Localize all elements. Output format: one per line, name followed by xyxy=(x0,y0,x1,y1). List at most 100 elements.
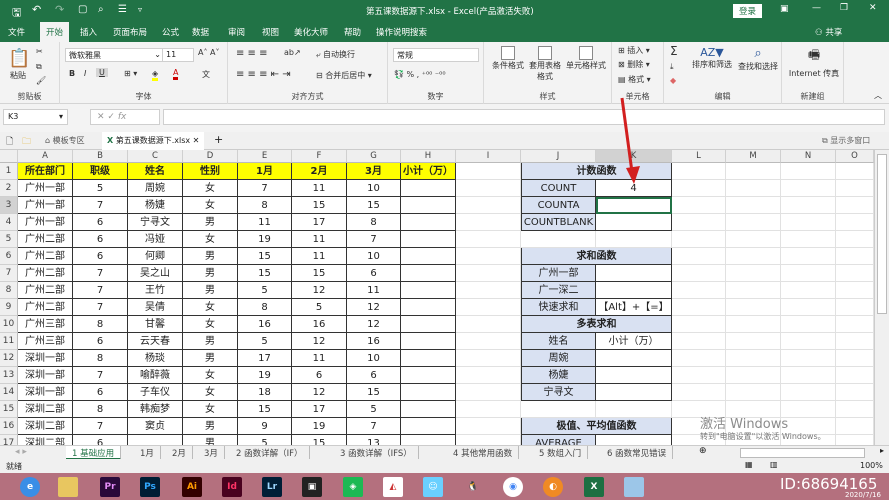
data-cell[interactable]: 子车仪 xyxy=(128,384,183,401)
cell[interactable] xyxy=(781,316,836,333)
data-cell[interactable]: 广州二部 xyxy=(18,248,73,265)
cell[interactable] xyxy=(726,367,781,384)
cell[interactable] xyxy=(456,418,521,435)
data-cell[interactable]: 女 xyxy=(183,316,238,333)
function-label[interactable]: AVERAGE xyxy=(521,435,596,445)
cell[interactable] xyxy=(781,214,836,231)
cell[interactable] xyxy=(456,401,521,418)
data-cell[interactable]: 9 xyxy=(238,418,292,435)
multi-window-button[interactable]: ⧉ 显示多窗口 xyxy=(822,135,870,146)
minimize-button[interactable]: — xyxy=(812,3,821,13)
zoom-level[interactable]: 100% xyxy=(860,461,883,470)
data-cell[interactable]: 8 xyxy=(238,197,292,214)
cell[interactable] xyxy=(781,299,836,316)
function-value[interactable] xyxy=(596,367,672,384)
cell[interactable] xyxy=(596,231,672,248)
data-cell[interactable]: 男 xyxy=(183,350,238,367)
premiere-icon[interactable]: Pr xyxy=(100,477,120,497)
menu-tab-8[interactable]: 美化大师 xyxy=(294,26,328,38)
cell[interactable] xyxy=(672,333,726,350)
horizontal-scrollbar[interactable] xyxy=(740,448,865,458)
data-cell[interactable]: 宁寻文 xyxy=(128,214,183,231)
function-value[interactable]: 4 xyxy=(596,180,672,197)
column-header-E[interactable]: E xyxy=(238,150,292,163)
row-header[interactable]: 9 xyxy=(0,299,18,316)
data-cell[interactable]: 广州二部 xyxy=(18,231,73,248)
customize-toolbar-icon[interactable]: ▿ xyxy=(138,5,142,14)
column-header-L[interactable]: L xyxy=(672,150,726,163)
cell[interactable] xyxy=(781,231,836,248)
cell[interactable] xyxy=(836,367,874,384)
data-cell[interactable]: 8 xyxy=(238,299,292,316)
cell[interactable] xyxy=(836,282,874,299)
cell[interactable] xyxy=(781,384,836,401)
data-cell[interactable]: 5 xyxy=(238,282,292,299)
menu-tab-3[interactable]: 页面布局 xyxy=(113,26,147,38)
header-cell[interactable]: 小计（万） xyxy=(401,163,456,180)
data-cell[interactable]: 喻醉薇 xyxy=(128,367,183,384)
function-value[interactable] xyxy=(596,384,672,401)
cell[interactable] xyxy=(672,367,726,384)
wrap-text-button[interactable]: ⤶ 自动换行 xyxy=(316,49,355,60)
insert-function-button[interactable]: fx xyxy=(118,112,127,122)
cell[interactable] xyxy=(726,214,781,231)
data-cell[interactable]: 17 xyxy=(238,350,292,367)
data-cell[interactable]: 11 xyxy=(292,231,347,248)
data-cell[interactable]: 12 xyxy=(292,384,347,401)
data-cell[interactable]: 窦贞 xyxy=(128,418,183,435)
cell[interactable] xyxy=(401,367,456,384)
row-header[interactable]: 5 xyxy=(0,231,18,248)
data-cell[interactable]: 15 xyxy=(347,197,401,214)
sort-filter-button[interactable]: AZ▼ 排序和筛选 xyxy=(690,46,734,70)
menu-tab-9[interactable]: 帮助 xyxy=(344,26,361,38)
cell[interactable] xyxy=(401,435,456,445)
sheet-tab-3[interactable]: 3月 xyxy=(198,446,225,460)
cell[interactable] xyxy=(726,401,781,418)
cell[interactable] xyxy=(781,180,836,197)
row-header[interactable]: 10 xyxy=(0,316,18,333)
cell[interactable] xyxy=(836,231,874,248)
data-cell[interactable]: 15 xyxy=(238,248,292,265)
data-cell[interactable]: 10 xyxy=(347,180,401,197)
data-cell[interactable]: 甘馨 xyxy=(128,316,183,333)
cell[interactable] xyxy=(521,231,596,248)
data-cell[interactable] xyxy=(128,435,183,445)
align-top-icon[interactable]: ≡ ≡ ≡ xyxy=(236,48,268,59)
function-value[interactable]: 【Alt】+【=】 xyxy=(596,299,672,316)
data-cell[interactable]: 女 xyxy=(183,401,238,418)
sheet-tab-7[interactable]: 5 数组入门 xyxy=(533,446,589,460)
row-header[interactable]: 12 xyxy=(0,350,18,367)
cell[interactable] xyxy=(401,231,456,248)
bold-button[interactable]: B xyxy=(69,69,75,78)
data-cell[interactable]: 15 xyxy=(292,197,347,214)
cell[interactable] xyxy=(672,163,726,180)
cell[interactable] xyxy=(672,180,726,197)
cell[interactable] xyxy=(726,384,781,401)
cell[interactable] xyxy=(781,248,836,265)
cell[interactable] xyxy=(726,248,781,265)
excel-taskbar-icon[interactable]: X xyxy=(584,477,604,497)
header-cell[interactable]: 姓名 xyxy=(128,163,183,180)
cell[interactable] xyxy=(672,197,726,214)
cell[interactable] xyxy=(456,163,521,180)
header-cell[interactable]: 3月 xyxy=(347,163,401,180)
cell[interactable] xyxy=(456,384,521,401)
cancel-icon[interactable]: ✕ xyxy=(97,112,105,122)
function-value[interactable] xyxy=(596,265,672,282)
data-cell[interactable]: 5 xyxy=(347,401,401,418)
data-cell[interactable]: 19 xyxy=(238,367,292,384)
data-cell[interactable]: 深圳二部 xyxy=(18,435,73,445)
close-tab-icon[interactable]: ✕ xyxy=(193,136,200,145)
data-cell[interactable]: 深圳二部 xyxy=(18,418,73,435)
red-app-icon[interactable]: ◭ xyxy=(383,477,403,497)
share-button[interactable]: ⚇ 共享 xyxy=(815,26,842,38)
cell[interactable] xyxy=(672,231,726,248)
cell[interactable] xyxy=(401,248,456,265)
cell[interactable] xyxy=(401,265,456,282)
cell[interactable] xyxy=(836,316,874,333)
find-select-button[interactable]: ⌕ 查找和选择 xyxy=(736,46,780,72)
cell[interactable] xyxy=(401,282,456,299)
notepad-icon[interactable] xyxy=(624,477,644,497)
sheet-tab-5[interactable]: 3 函数详解（IFS） xyxy=(334,446,419,460)
cut-icon[interactable]: ✂ xyxy=(36,47,43,56)
